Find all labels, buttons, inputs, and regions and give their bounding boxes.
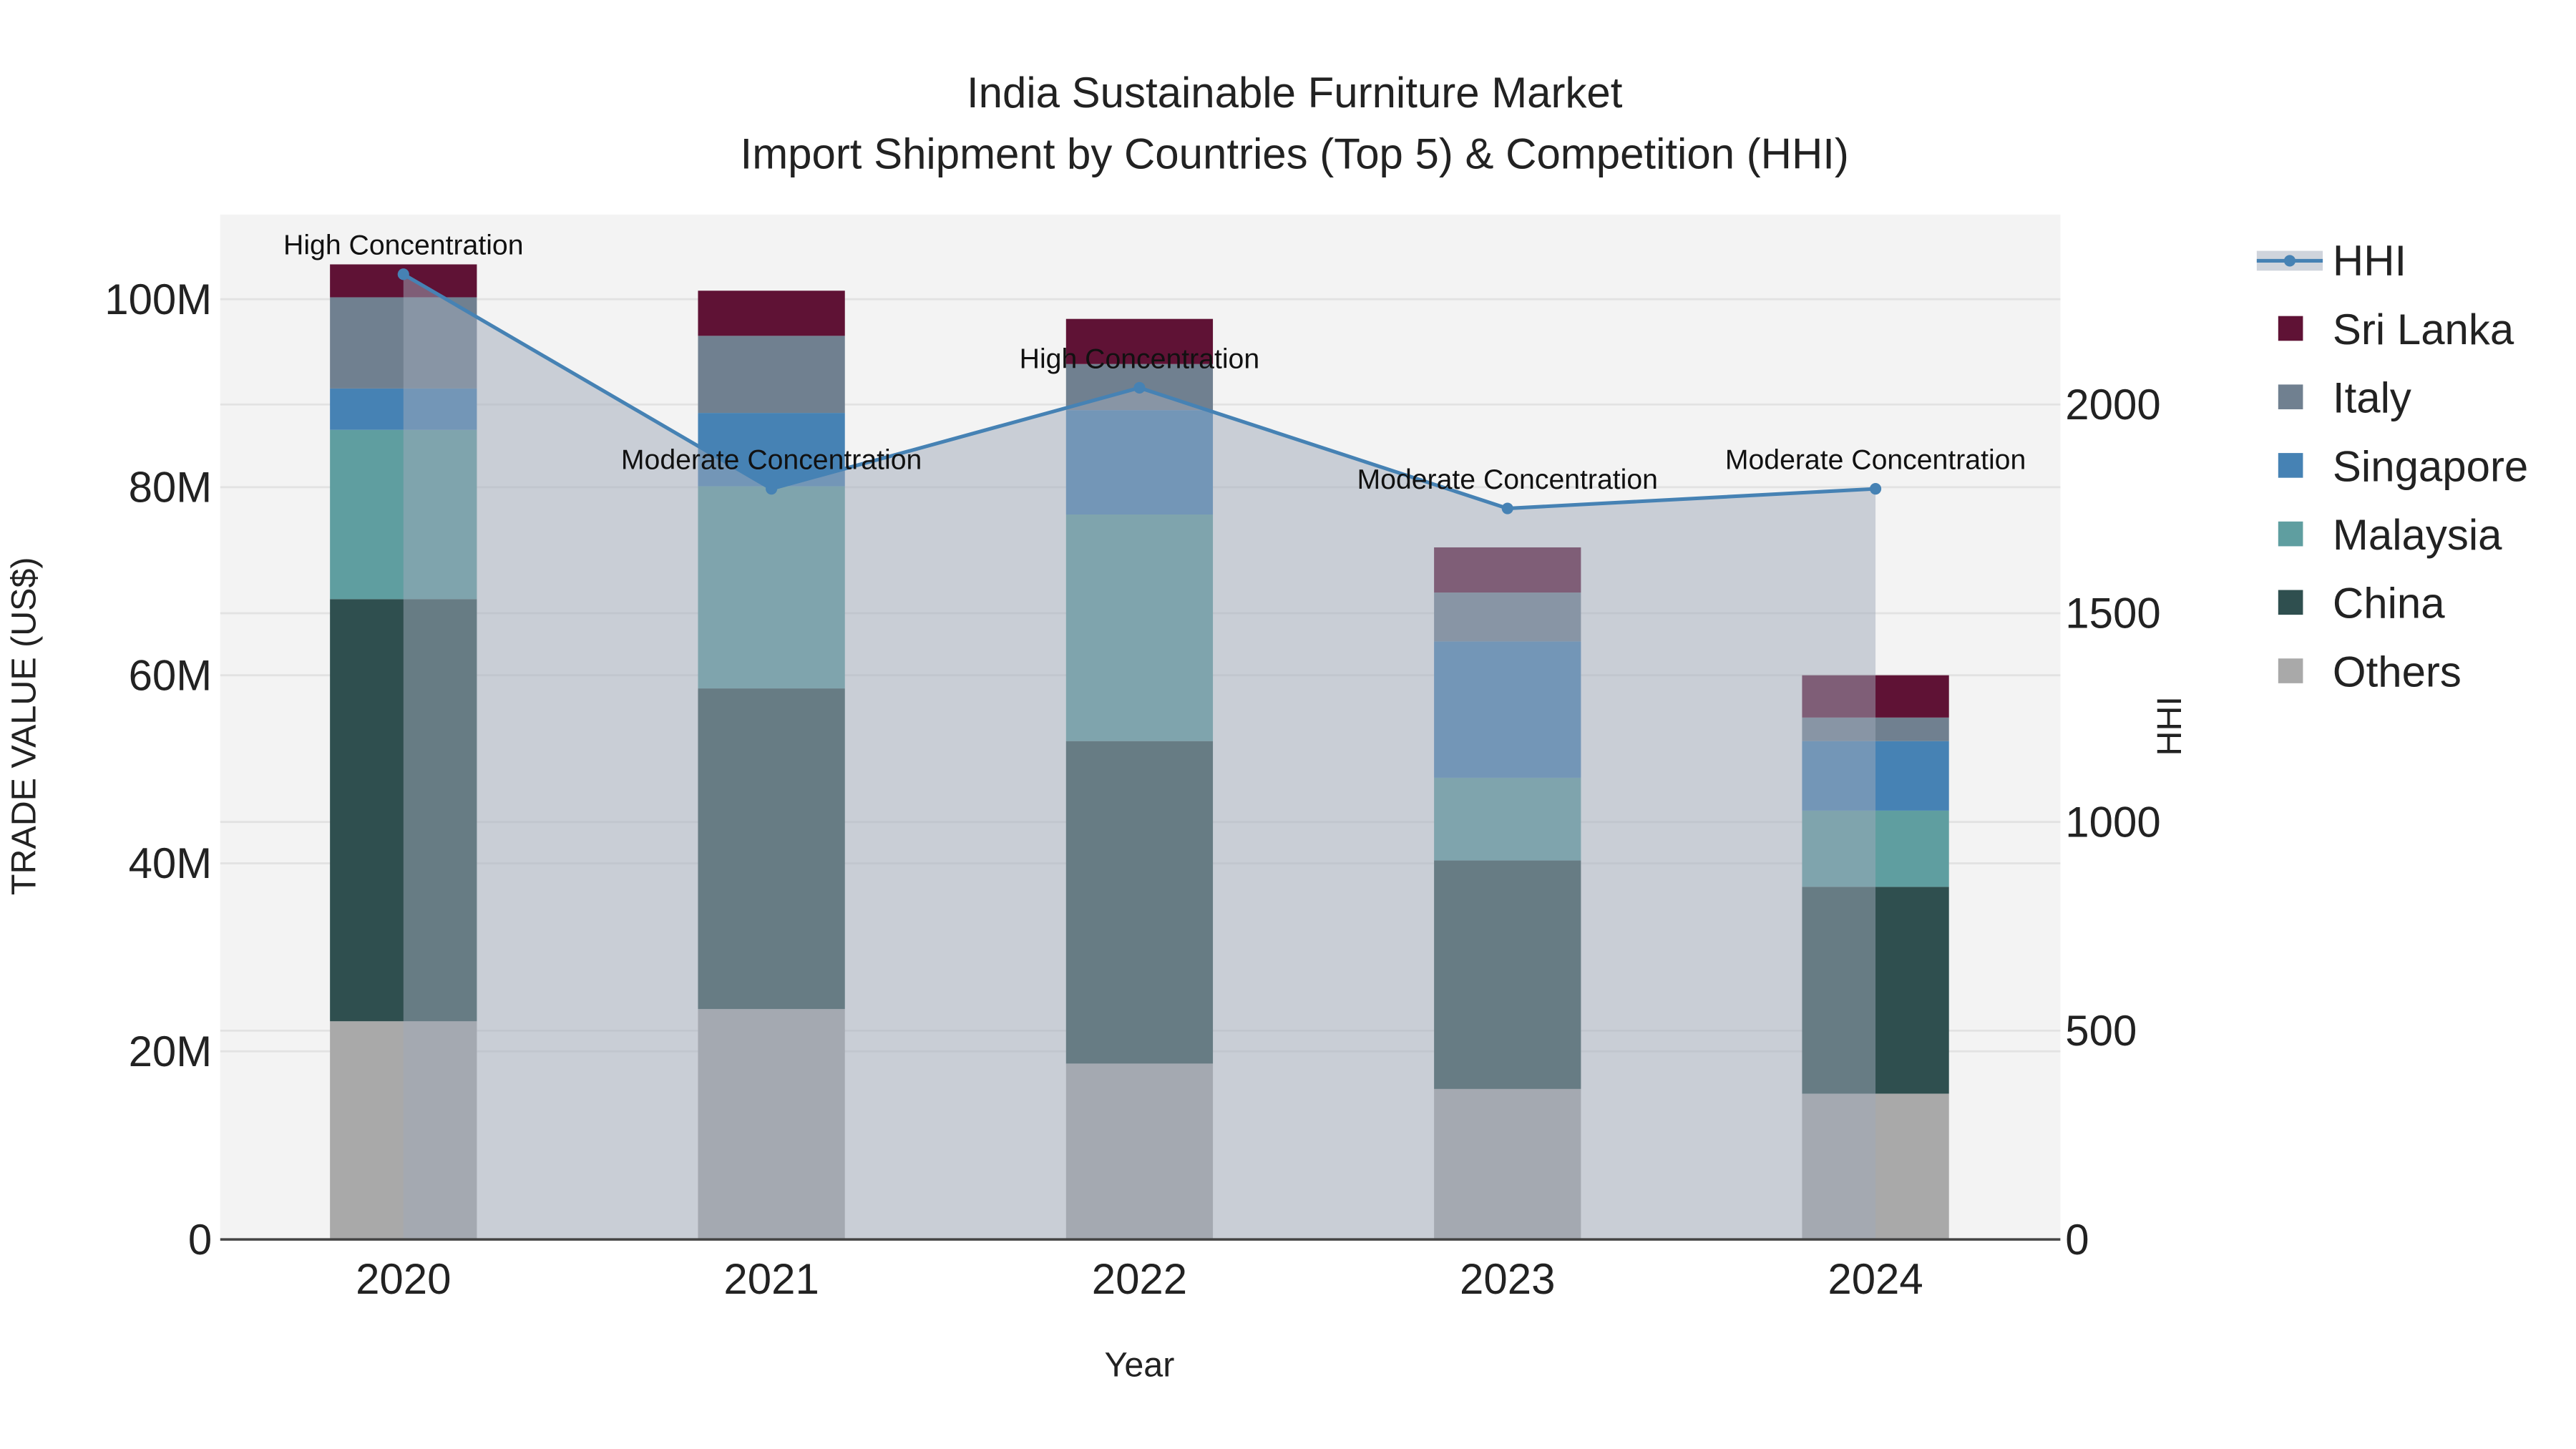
hhi-point <box>1133 381 1146 394</box>
legend-hhi-marker <box>2283 255 2296 267</box>
x-tick-label: 2021 <box>723 1255 819 1303</box>
legend-swatch-italy <box>2278 384 2303 409</box>
hhi-annotation: High Concentration <box>283 230 523 261</box>
hhi-annotation: Moderate Concentration <box>1357 464 1658 495</box>
legend-label: Malaysia <box>2333 511 2502 559</box>
legend-label: Others <box>2333 648 2462 696</box>
chart-title: India Sustainable Furniture Market <box>967 69 1623 117</box>
hhi-annotation: Moderate Concentration <box>1725 444 2026 475</box>
y-tick-label: 80M <box>129 464 213 512</box>
y2-tick-label: 2000 <box>2065 381 2160 429</box>
hhi-point <box>766 483 778 495</box>
hhi-annotation: High Concentration <box>1020 343 1259 374</box>
legend-swatch-sri-lanka <box>2278 316 2303 341</box>
legend-label: HHI <box>2333 237 2406 285</box>
y-tick-label: 60M <box>129 651 213 699</box>
y-tick-label: 0 <box>188 1216 212 1264</box>
y2-tick-label: 0 <box>2065 1216 2089 1264</box>
chart-subtitle: Import Shipment by Countries (Top 5) & C… <box>741 130 1849 177</box>
hhi-point <box>1869 483 1882 495</box>
legend-label: Sri Lanka <box>2333 306 2514 353</box>
y2-tick-label: 1500 <box>2065 590 2160 638</box>
x-tick-label: 2023 <box>1460 1255 1555 1303</box>
y-tick-label: 40M <box>129 839 213 887</box>
legend: HHI Sri Lanka Italy Singapore Malaysia China O… <box>2256 237 2528 696</box>
hhi-point <box>397 268 409 280</box>
hhi-annotation: Moderate Concentration <box>621 444 922 475</box>
y-tick-label: 100M <box>104 275 212 323</box>
bar-sri-lanka <box>698 291 845 336</box>
x-tick-label: 2024 <box>1828 1255 1923 1303</box>
bar-italy <box>698 336 845 414</box>
legend-label: Singapore <box>2333 442 2528 490</box>
legend-swatch-singapore <box>2278 453 2303 478</box>
y2-tick-label: 1000 <box>2065 798 2160 846</box>
legend-swatch-china <box>2278 590 2303 615</box>
y2-tick-label: 500 <box>2065 1007 2137 1055</box>
y-axis-title: TRADE VALUE (US$) <box>4 557 43 895</box>
x-axis-title: Year <box>1105 1346 1175 1385</box>
y2-axis-title: HHI <box>2150 696 2189 756</box>
legend-swatch-malaysia <box>2278 521 2303 547</box>
x-tick-label: 2020 <box>356 1255 451 1303</box>
y-tick-label: 20M <box>129 1028 213 1075</box>
chart: High Concentration Moderate Concentration… <box>4 69 2528 1385</box>
legend-swatch-others <box>2278 658 2303 683</box>
x-tick-label: 2022 <box>1092 1255 1187 1303</box>
legend-label: China <box>2333 580 2445 628</box>
legend-label: Italy <box>2333 374 2411 422</box>
hhi-point <box>1501 502 1513 514</box>
